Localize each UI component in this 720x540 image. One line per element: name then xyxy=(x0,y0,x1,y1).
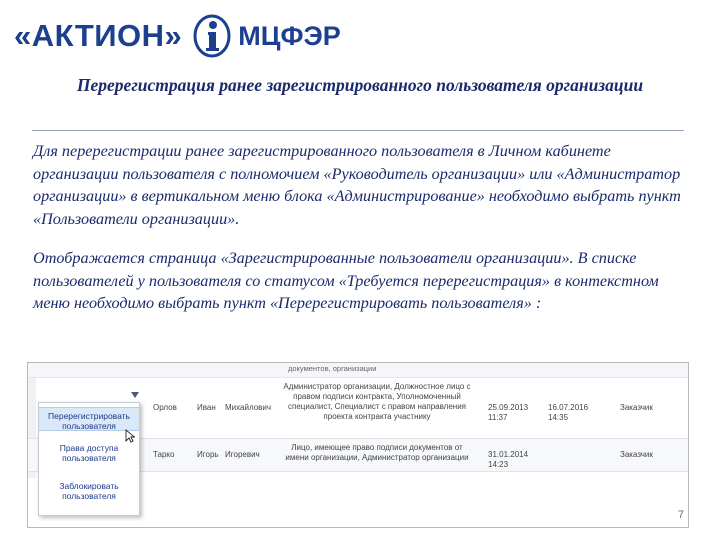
title-divider xyxy=(32,130,684,131)
mouse-pointer-icon xyxy=(125,429,135,443)
menu-item-access-rights[interactable]: Права доступа пользователя xyxy=(39,443,139,463)
cell-last-name: Тарко xyxy=(153,450,175,459)
aktion-logo: «АКТИОН» xyxy=(14,18,183,53)
info-emblem-icon xyxy=(193,14,231,58)
cell-patronymic: Игоревич xyxy=(225,450,260,459)
cell-user-type: Заказчик xyxy=(620,450,653,459)
cell-date-from: 31.01.2014 14:23 xyxy=(488,450,529,469)
table-top-row: документов, организации xyxy=(28,363,688,378)
cell-date-to: 16.07.2016 14:35 xyxy=(548,403,589,422)
cell-first-name: Иван xyxy=(197,403,216,412)
dropdown-arrow-icon[interactable] xyxy=(131,392,139,398)
cell-first-name: Игорь xyxy=(197,450,219,459)
top-row-text: документов, организации xyxy=(288,364,377,373)
page-number: 7 xyxy=(677,509,684,521)
slide-title: Перерегистрация ранее зарегистрированног… xyxy=(76,75,644,95)
cell-user-type: Заказчик xyxy=(620,403,653,412)
instruction-paragraph-1: Для перерегистрации ранее зарегистрирова… xyxy=(33,142,681,228)
instruction-paragraph-2: Отображается страница «Зарегистрированны… xyxy=(33,249,659,312)
users-table-screenshot: документов, организации Орлов Иван Михай… xyxy=(27,362,689,528)
menu-item-reregister-user[interactable]: Перерегистрировать пользователя xyxy=(39,407,139,431)
menu-item-block-user[interactable]: Заблокировать пользователя xyxy=(39,481,139,501)
cell-patronymic: Михайлович xyxy=(225,403,272,412)
cell-last-name: Орлов xyxy=(153,403,177,412)
context-menu: Перерегистрировать пользователя Права до… xyxy=(38,402,140,516)
cell-roles: Администратор организации, Должностное л… xyxy=(283,382,471,421)
cell-date-from: 25.09.2013 11:37 xyxy=(488,403,529,422)
header-logo: «АКТИОН» МЦФЭР xyxy=(14,14,341,58)
cell-roles: Лицо, имеющее право подписи документов о… xyxy=(285,443,469,462)
mcfer-logo: МЦФЭР xyxy=(238,20,341,51)
